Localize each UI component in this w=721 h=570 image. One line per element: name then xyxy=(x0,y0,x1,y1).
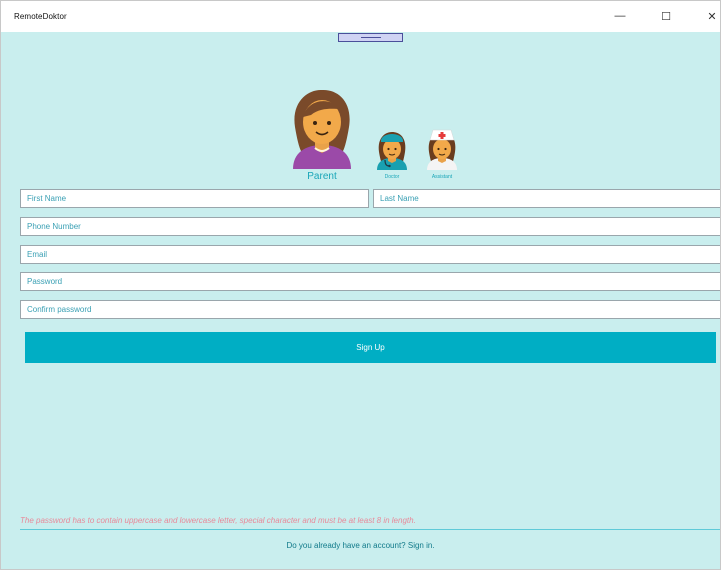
close-button[interactable]: ✕ xyxy=(689,0,721,32)
window-controls: — ☐ ✕ xyxy=(597,0,721,32)
phone-number-input[interactable] xyxy=(20,217,721,236)
signin-link[interactable]: Do you already have an account? Sign in. xyxy=(0,541,721,550)
signup-page: Parent Doctor Assistant First Name Last … xyxy=(0,32,721,570)
email-input[interactable] xyxy=(20,245,721,264)
role-doctor[interactable]: Doctor xyxy=(370,128,414,180)
role-assistant-label: Assistant xyxy=(431,174,453,180)
minimize-button[interactable]: — xyxy=(597,0,643,32)
role-assistant[interactable]: Assistant xyxy=(420,128,464,180)
role-doctor-label: Doctor xyxy=(384,174,400,180)
role-parent[interactable]: Parent xyxy=(282,87,362,182)
drag-handle[interactable] xyxy=(338,33,403,42)
window-title: RemoteDoktor xyxy=(14,11,67,21)
title-bar[interactable]: RemoteDoktor — ☐ ✕ xyxy=(0,0,721,32)
nurse-avatar-icon xyxy=(427,129,457,170)
first-name-input[interactable] xyxy=(20,189,369,208)
last-name-input[interactable] xyxy=(373,189,721,208)
woman-avatar-icon xyxy=(293,89,351,169)
maximize-button[interactable]: ☐ xyxy=(643,0,689,32)
password-requirements-hint: The password has to contain uppercase an… xyxy=(20,516,416,525)
divider xyxy=(20,529,721,530)
confirm-password-input[interactable] xyxy=(20,300,721,319)
password-input[interactable] xyxy=(20,272,721,291)
role-parent-label: Parent xyxy=(307,171,337,182)
signup-button[interactable]: Sign Up xyxy=(25,332,716,363)
drag-handle-grip xyxy=(360,37,381,38)
doctor-avatar-icon xyxy=(377,132,407,170)
